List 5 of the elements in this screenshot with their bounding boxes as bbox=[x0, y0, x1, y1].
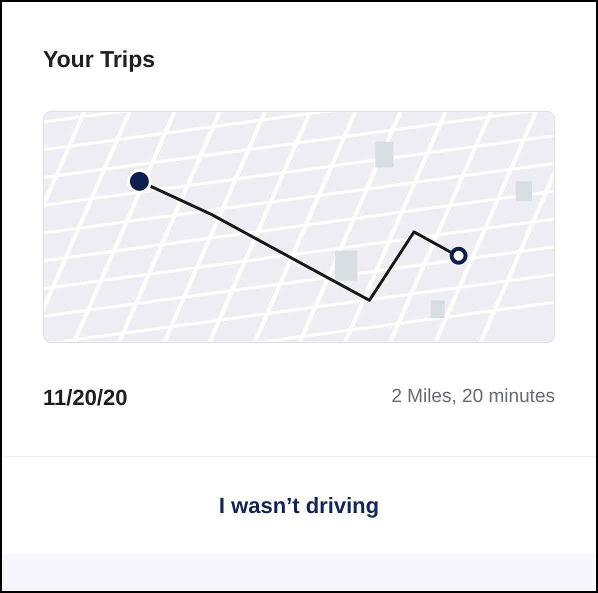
section-title: Your Trips bbox=[43, 45, 156, 74]
not-driving-button[interactable]: I wasn’t driving bbox=[218, 488, 380, 522]
trip-summary: 2 Miles, 20 minutes bbox=[391, 384, 555, 409]
trip-date: 11/20/20 bbox=[43, 384, 128, 412]
end-pin-icon bbox=[450, 246, 468, 264]
